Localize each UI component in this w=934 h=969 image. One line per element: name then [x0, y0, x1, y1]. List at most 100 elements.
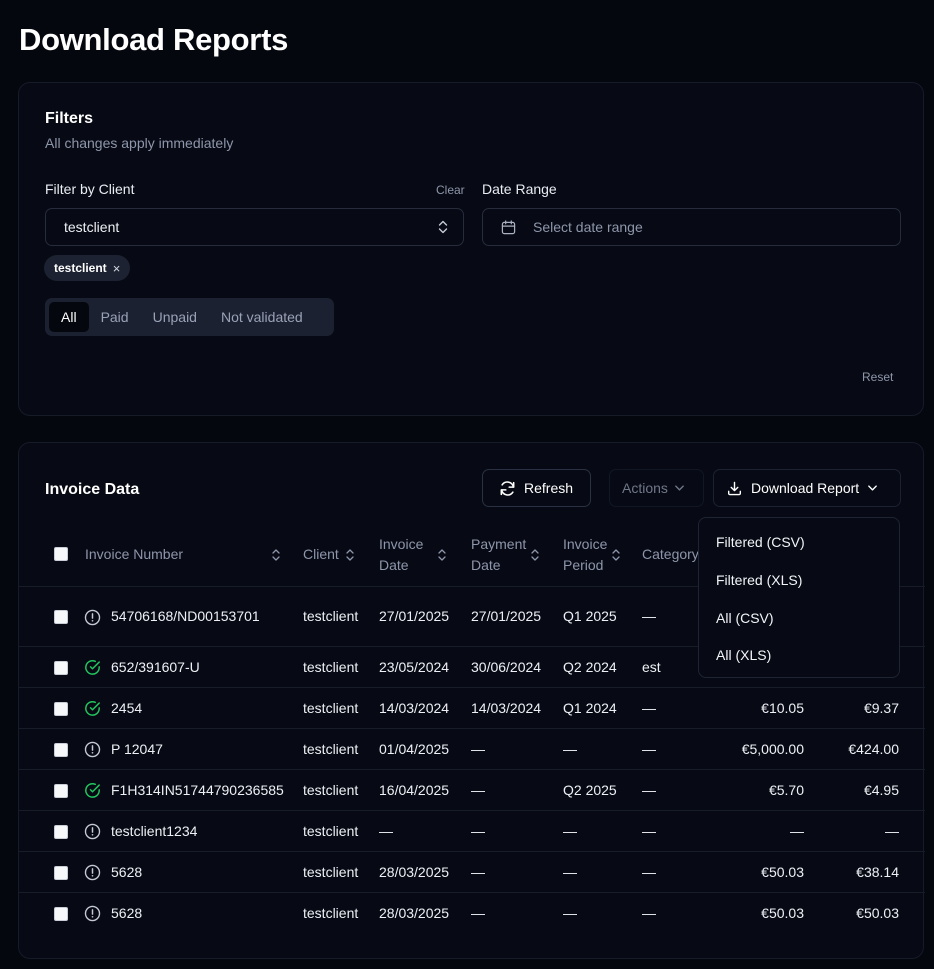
table-row[interactable]: testclient1234 testclient — — — — — — — [19, 811, 925, 852]
column-header-category[interactable]: Category — [642, 544, 699, 565]
cell-payment-date: 14/03/2024 — [471, 699, 542, 716]
actions-button[interactable]: Actions — [609, 469, 704, 507]
column-label: Client — [303, 546, 339, 562]
menu-item-filtered-csv[interactable]: Filtered (CSV) — [716, 534, 805, 550]
status-tab-unpaid[interactable]: Unpaid — [141, 302, 209, 332]
status-tab-all[interactable]: All — [49, 302, 89, 332]
reset-filters-button[interactable]: Reset — [862, 370, 893, 384]
cell-invoice-date: 28/03/2025 — [379, 863, 450, 880]
cell-amount-secondary: €424.00 — [848, 740, 899, 757]
sort-icon — [438, 549, 447, 561]
cell-invoice-number: testclient1234 — [111, 822, 198, 839]
download-report-button[interactable]: Download Report — [713, 469, 901, 507]
row-checkbox[interactable] — [54, 742, 68, 757]
row-checkbox[interactable] — [54, 701, 68, 716]
clear-client-button[interactable]: Clear — [436, 183, 465, 197]
client-chip: testclient × — [44, 255, 131, 281]
row-checkbox[interactable] — [54, 906, 68, 921]
cell-amount: — — [790, 822, 804, 839]
cell-amount: €50.03 — [761, 904, 804, 921]
menu-item-filtered-xls[interactable]: Filtered (XLS) — [716, 572, 802, 588]
column-label: Period — [563, 557, 604, 573]
chip-remove-icon[interactable]: × — [113, 261, 121, 276]
menu-item-all-csv[interactable]: All (CSV) — [716, 610, 774, 626]
cell-client: testclient — [303, 863, 359, 880]
column-label: Category — [642, 546, 699, 562]
column-header-invoice-date[interactable]: Invoice Date — [379, 534, 447, 576]
sort-icon — [531, 549, 539, 561]
column-header-client[interactable]: Client — [303, 544, 355, 565]
cell-invoice-date: 16/04/2025 — [379, 781, 450, 798]
cell-invoice-period: Q1 2024 — [563, 699, 617, 716]
check-circle-icon — [85, 701, 100, 716]
cell-amount: €50.03 — [761, 863, 804, 880]
table-row[interactable]: 2454 testclient 14/03/2024 14/03/2024 Q1 202… — [19, 688, 925, 729]
date-range-picker[interactable]: Select date range — [482, 208, 901, 246]
refresh-button[interactable]: Refresh — [482, 469, 591, 507]
chevron-down-icon — [675, 485, 684, 491]
cell-invoice-date: 01/04/2025 — [379, 740, 450, 757]
client-select[interactable]: testclient — [45, 208, 464, 246]
calendar-icon — [501, 220, 516, 235]
cell-category: — — [642, 863, 656, 880]
select-all-checkbox[interactable] — [54, 547, 68, 561]
row-checkbox[interactable] — [54, 610, 68, 624]
row-checkbox[interactable] — [54, 660, 68, 675]
cell-client: testclient — [303, 822, 359, 839]
table-row[interactable]: P 12047 testclient 01/04/2025 — — — €5,000.00 €… — [19, 729, 925, 770]
cell-client: testclient — [303, 904, 359, 921]
row-checkbox[interactable] — [54, 783, 68, 798]
status-tab-not-validated[interactable]: Not validated — [209, 302, 315, 332]
cell-invoice-period: — — [563, 822, 577, 839]
column-label: Invoice — [563, 536, 608, 552]
cell-client: testclient — [303, 658, 359, 675]
download-icon — [727, 481, 742, 495]
table-row[interactable]: F1H314IN51744790236585 testclient 16/04/20… — [19, 770, 925, 811]
menu-item-all-xls[interactable]: All (XLS) — [716, 647, 771, 663]
alert-circle-icon — [84, 864, 101, 881]
cell-category: — — [642, 740, 656, 757]
status-tab-paid[interactable]: Paid — [89, 302, 141, 332]
chevron-up-down-icon — [438, 220, 448, 234]
alert-circle-icon — [84, 741, 101, 758]
alert-circle-icon — [84, 823, 101, 840]
column-header-invoice-period[interactable]: Invoice Period — [563, 534, 621, 576]
cell-invoice-period: Q2 2025 — [563, 781, 617, 798]
column-label: Date — [471, 557, 501, 573]
cell-invoice-number: 54706168/ND00153701 — [111, 608, 260, 624]
sort-icon[interactable] — [271, 548, 281, 562]
table-row[interactable]: 5628 testclient 28/03/2025 — — — €50.03 €50.03 — [19, 893, 925, 934]
cell-invoice-period: Q2 2024 — [563, 658, 617, 675]
actions-label: Actions — [622, 480, 668, 496]
cell-invoice-date: 14/03/2024 — [379, 699, 450, 716]
cell-invoice-date: 23/05/2024 — [379, 658, 450, 675]
row-checkbox[interactable] — [54, 824, 68, 839]
cell-client: testclient — [303, 740, 359, 757]
column-header-invoice-number[interactable]: Invoice Number — [85, 544, 183, 565]
refresh-icon — [500, 480, 515, 496]
client-chip-label: testclient — [54, 261, 107, 275]
cell-payment-date: — — [471, 781, 485, 798]
cell-amount-secondary: €9.37 — [863, 699, 899, 716]
client-select-value: testclient — [64, 219, 120, 235]
column-label: Invoice Number — [85, 546, 184, 562]
cell-payment-date: — — [471, 863, 485, 880]
cell-category: — — [642, 781, 656, 798]
cell-payment-date: 27/01/2025 — [471, 608, 542, 624]
row-checkbox[interactable] — [54, 865, 68, 880]
column-header-payment-date[interactable]: Payment Date — [471, 534, 540, 576]
date-range-label: Date Range — [482, 181, 557, 197]
filters-title: Filters — [45, 110, 94, 127]
cell-category: est — [642, 658, 661, 675]
cell-payment-date: — — [471, 822, 485, 839]
cell-amount: €5,000.00 — [741, 740, 804, 757]
table-row[interactable]: 5628 testclient 28/03/2025 — — — €50.03 €38.14 — [19, 852, 925, 893]
cell-invoice-number: 652/391607-U — [111, 658, 200, 675]
filters-subtitle: All changes apply immediately — [45, 135, 234, 151]
cell-category: — — [642, 608, 656, 624]
cell-amount: €5.70 — [768, 781, 804, 798]
client-filter-label: Filter by Client — [45, 181, 135, 197]
cell-invoice-number: 5628 — [111, 904, 143, 921]
alert-circle-icon — [84, 609, 101, 625]
cell-invoice-number: F1H314IN51744790236585 — [111, 781, 284, 798]
